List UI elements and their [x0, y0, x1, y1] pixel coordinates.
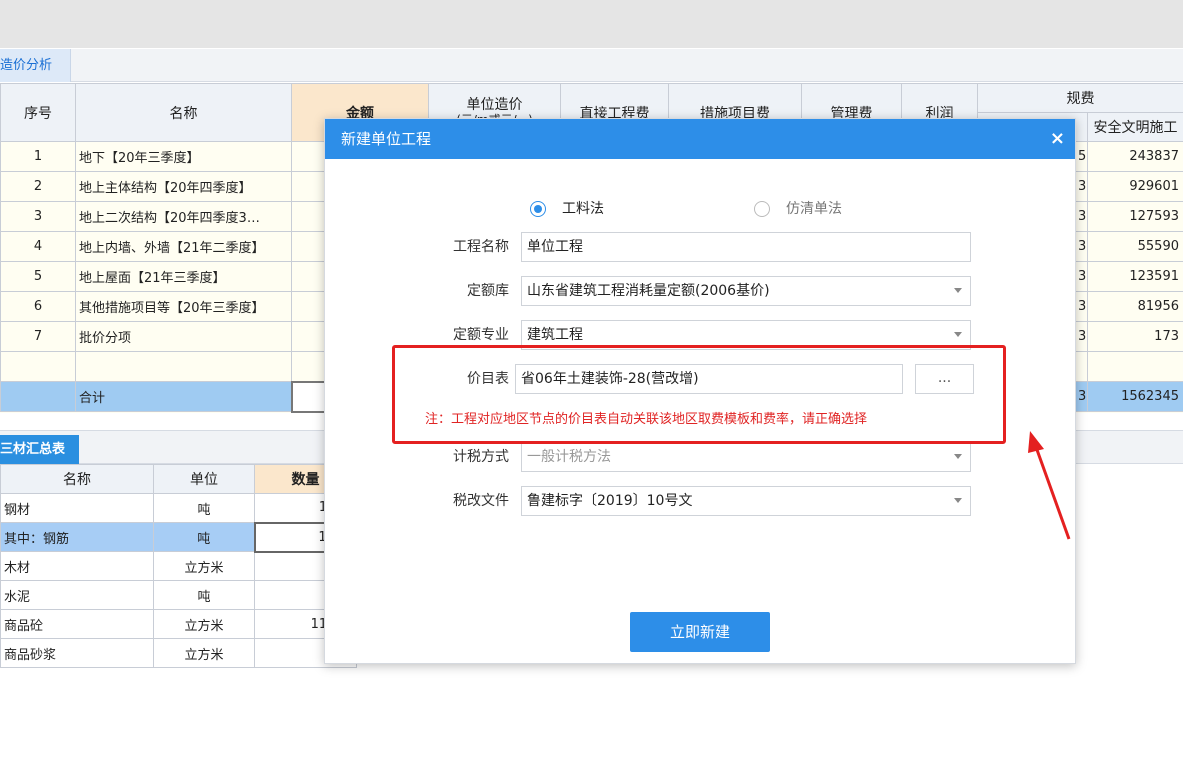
dialog-title: 新建单位工程 [341, 130, 432, 148]
cell-material-unit: 吨 [153, 493, 255, 523]
header-seq[interactable]: 序号 [0, 83, 76, 142]
create-now-button[interactable]: 立即新建 [630, 612, 770, 652]
header-name[interactable]: 名称 [75, 83, 292, 142]
table-row[interactable]: 钢材 吨 1734 [0, 493, 357, 523]
table-row[interactable]: 水泥 吨 [0, 580, 357, 610]
cell-safety: 243837 [1087, 141, 1183, 172]
project-name-label: 工程名称 [453, 239, 509, 255]
chevron-down-icon [954, 454, 962, 459]
quota-library-label: 定额库 [467, 283, 509, 299]
quota-library-value: 山东省建筑工程消耗量定额(2006基价) [527, 283, 770, 299]
cell-material-unit: 立方米 [153, 551, 255, 581]
header-unit-cost-line1: 单位造价 [466, 96, 523, 113]
header-material-unit[interactable]: 单位 [153, 464, 255, 494]
close-icon[interactable]: × [1050, 119, 1065, 159]
table-row[interactable]: 商品砂浆 立方米 [0, 638, 357, 668]
tax-file-value: 鲁建标字〔2019〕10号文 [527, 493, 693, 509]
analysis-tab-strip: 造价分析 [0, 49, 1183, 82]
quota-specialty-value: 建筑工程 [527, 327, 583, 343]
quota-library-select[interactable]: 山东省建筑工程消耗量定额(2006基价) [521, 276, 971, 306]
cell-name: 地上内墙、外墙【21年二季度】 [75, 231, 292, 262]
chevron-down-icon [954, 288, 962, 293]
cell-safety: 127593 [1087, 201, 1183, 232]
cell-name: 地下【20年三季度】 [75, 141, 292, 172]
header-safety-civilized[interactable]: 安全文明施工 [1087, 112, 1183, 142]
cell-total-label: 合计 [75, 381, 292, 412]
cell-name: 地上二次结构【20年四季度3… [75, 201, 292, 232]
cell-total-safety: 1562345 [1087, 381, 1183, 412]
cell-name: 其他措施项目等【20年三季度】 [75, 291, 292, 322]
cell-material-name: 其中：钢筋 [0, 522, 154, 552]
cell-material-name: 商品砼 [0, 609, 154, 639]
tab-materials-summary[interactable]: 三材汇总表 [0, 435, 80, 465]
cell-safety: 123591 [1087, 261, 1183, 292]
tax-method-value: 一般计税方法 [527, 449, 611, 465]
cell-safety: 81956 [1087, 291, 1183, 322]
cell-seq: 5 [0, 261, 76, 292]
table-row[interactable]: 其中：钢筋 吨 1725 [0, 521, 358, 553]
chevron-down-icon [954, 498, 962, 503]
tax-method-label: 计税方式 [453, 449, 509, 465]
cell-seq: 7 [0, 321, 76, 352]
cell-material-unit: 吨 [153, 580, 255, 610]
cell-material-unit: 立方米 [153, 638, 255, 668]
table-row[interactable]: 木材 立方米 751 [0, 551, 357, 581]
chevron-down-icon [954, 332, 962, 337]
highlight-rectangle [392, 345, 1006, 444]
tax-method-select[interactable]: 一般计税方法 [521, 442, 971, 472]
radio-list-label: 仿清单法 [786, 201, 842, 217]
tax-file-select[interactable]: 鲁建标字〔2019〕10号文 [521, 486, 971, 516]
cell-seq: 6 [0, 291, 76, 322]
cell-material-name: 钢材 [0, 493, 154, 523]
cell-seq: 2 [0, 171, 76, 202]
top-bar [0, 0, 1183, 48]
cell-seq: 3 [0, 201, 76, 232]
cell-name: 地上屋面【21年三季度】 [75, 261, 292, 292]
cell-material-unit: 吨 [153, 522, 255, 552]
cell-safety: 55590 [1087, 231, 1183, 262]
materials-table: 名称 单位 数量 钢材 吨 1734 其中：钢筋 吨 1725 木材 立方米 7… [0, 464, 358, 668]
cell-safety: 929601 [1087, 171, 1183, 202]
tab-cost-analysis[interactable]: 造价分析 [0, 49, 72, 82]
cell-safety: 173 [1087, 321, 1183, 352]
cell-material-name: 水泥 [0, 580, 154, 610]
cell-seq: 1 [0, 141, 76, 172]
cell-material-name: 商品砂浆 [0, 638, 154, 668]
radio-labor-label: 工料法 [562, 201, 604, 217]
cell-material-name: 木材 [0, 551, 154, 581]
dialog-header: 新建单位工程 × [325, 119, 1075, 159]
cell-name: 地上主体结构【20年四季度】 [75, 171, 292, 202]
tax-file-label: 税改文件 [453, 493, 509, 509]
table-row[interactable]: 商品砼 立方米 11268 [0, 609, 357, 639]
cell-name: 批价分项 [75, 321, 292, 352]
cell-material-unit: 立方米 [153, 609, 255, 639]
project-name-input[interactable]: 单位工程 [521, 232, 971, 262]
header-material-name[interactable]: 名称 [0, 464, 154, 494]
radio-checked-icon [530, 201, 546, 217]
annotation-arrow-icon [1028, 431, 1071, 540]
radio-unchecked-icon [754, 201, 770, 217]
cell-seq: 4 [0, 231, 76, 262]
header-fees[interactable]: 规费 [977, 83, 1183, 113]
